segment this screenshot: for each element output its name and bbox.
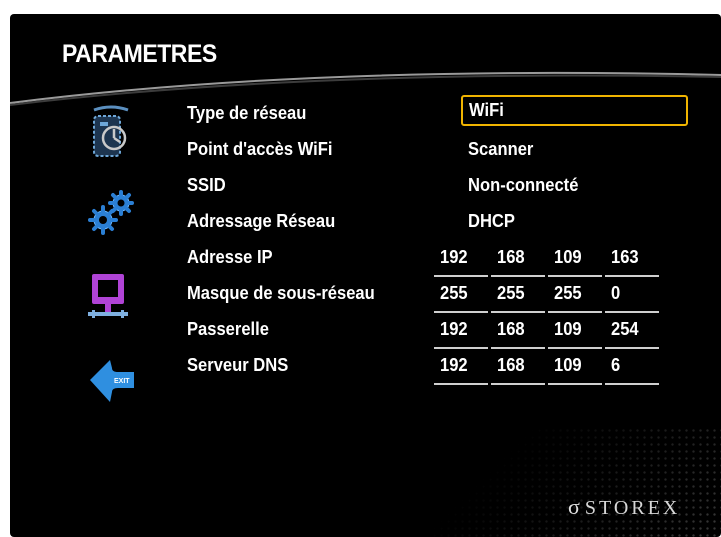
storex-logo-mark-icon: σ bbox=[568, 494, 583, 519]
page-title: PARAMETRES bbox=[62, 40, 217, 68]
network-type-select[interactable]: WiFi bbox=[461, 95, 688, 126]
gateway-octet-3[interactable]: 109 bbox=[548, 315, 602, 349]
network-type-value: WiFi bbox=[469, 100, 504, 120]
dns-octet-4[interactable]: 6 bbox=[605, 351, 659, 385]
ip-octet-2[interactable]: 168 bbox=[491, 243, 545, 277]
label-ssid: SSID bbox=[187, 175, 226, 195]
label-wifi-access-point: Point d'accès WiFi bbox=[187, 139, 333, 159]
exit-arrow-icon[interactable]: EXIT bbox=[88, 358, 136, 404]
addressing-value[interactable]: DHCP bbox=[468, 211, 515, 232]
ip-octet-4[interactable]: 163 bbox=[605, 243, 659, 277]
ip-octet-1[interactable]: 192 bbox=[434, 243, 488, 277]
label-addressing: Adressage Réseau bbox=[187, 211, 336, 231]
exit-label: EXIT bbox=[114, 378, 130, 385]
dns-octet-2[interactable]: 168 bbox=[491, 351, 545, 385]
gateway-octet-1[interactable]: 192 bbox=[434, 315, 488, 349]
label-ip-address: Adresse IP bbox=[187, 247, 273, 267]
gateway-octet-4[interactable]: 254 bbox=[605, 315, 659, 349]
label-subnet-mask: Masque de sous-réseau bbox=[187, 283, 375, 303]
wifi-access-point-value[interactable]: Scanner bbox=[468, 139, 533, 160]
network-type-icon[interactable] bbox=[86, 104, 136, 162]
storex-logo: σ STOREX bbox=[568, 494, 681, 519]
dot-pattern-background bbox=[361, 427, 721, 537]
gateway-octet-2[interactable]: 168 bbox=[491, 315, 545, 349]
ssid-value[interactable]: Non-connecté bbox=[468, 175, 578, 196]
label-gateway: Passerelle bbox=[187, 319, 269, 339]
mask-octet-4[interactable]: 0 bbox=[605, 279, 659, 313]
settings-screen: PARAMETRES EXIT Type de réseau Point d'a… bbox=[10, 14, 721, 537]
dns-octet-1[interactable]: 192 bbox=[434, 351, 488, 385]
dns-octet-3[interactable]: 109 bbox=[548, 351, 602, 385]
mask-octet-2[interactable]: 255 bbox=[491, 279, 545, 313]
ip-octet-3[interactable]: 109 bbox=[548, 243, 602, 277]
mask-octet-3[interactable]: 255 bbox=[548, 279, 602, 313]
network-monitor-icon[interactable] bbox=[88, 272, 132, 324]
label-network-type: Type de réseau bbox=[187, 103, 307, 123]
settings-gears-icon[interactable] bbox=[88, 190, 136, 236]
label-dns-server: Serveur DNS bbox=[187, 355, 289, 375]
mask-octet-1[interactable]: 255 bbox=[434, 279, 488, 313]
